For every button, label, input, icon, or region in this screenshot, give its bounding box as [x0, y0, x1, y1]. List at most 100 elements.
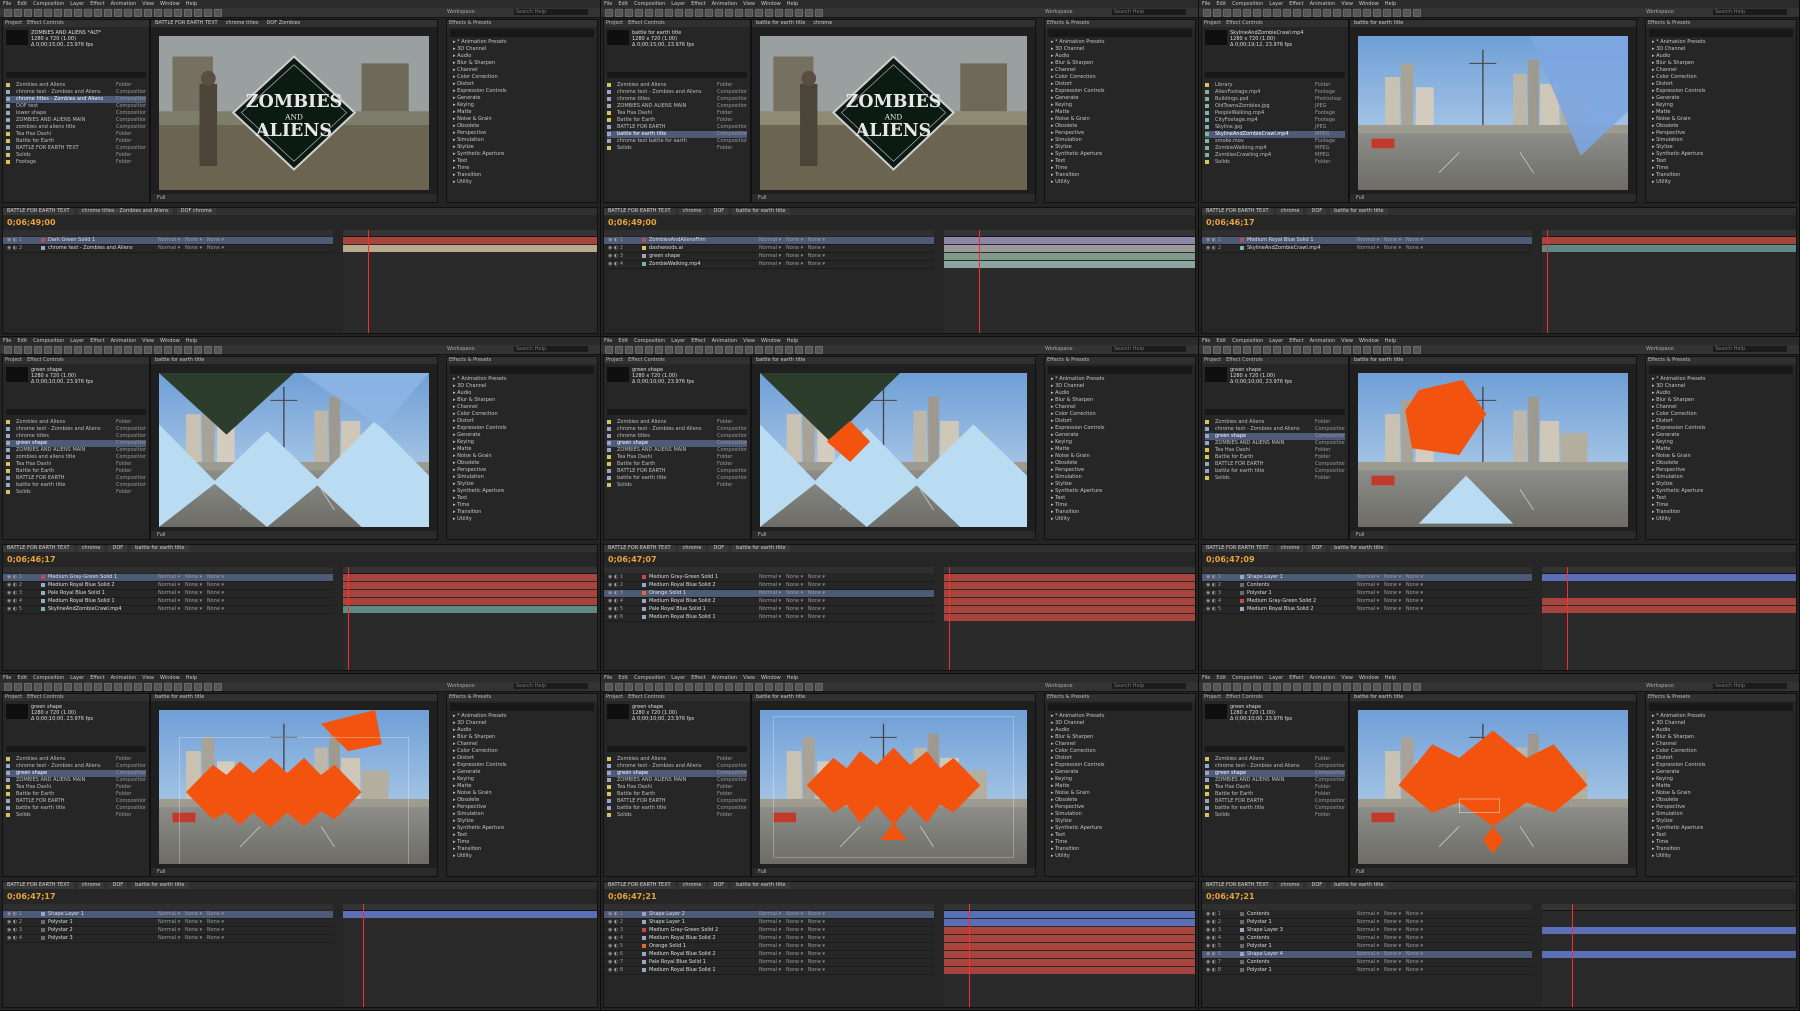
project-item[interactable]: Tea Has Dashi Folder — [6, 131, 146, 138]
tool-icon[interactable] — [134, 683, 142, 691]
layer-modes[interactable]: Normal ▾ None ▾ None ▾ — [759, 919, 934, 926]
effect-category[interactable]: ▸ Distort — [1045, 81, 1195, 88]
project-item[interactable]: DOF text Composition — [6, 103, 146, 110]
layer-switches[interactable]: ◉ ◐ 6 — [604, 951, 642, 958]
project-tab[interactable]: Effect Controls — [1226, 357, 1263, 364]
timeline-layer[interactable]: ◉ ◐ 1 Medium Gray-Green Solid 1 Normal ▾… — [604, 574, 934, 582]
menu-help[interactable]: Help — [787, 337, 798, 345]
layer-modes[interactable]: Normal ▾ None ▾ None ▾ — [759, 574, 934, 581]
project-tab[interactable]: Project — [5, 694, 22, 701]
project-item[interactable]: Skyline.jpg JPEG — [1205, 124, 1345, 131]
tool-icon[interactable] — [104, 346, 112, 354]
workspace-label[interactable]: Workspace: — [1646, 346, 1675, 353]
timeline-layer[interactable]: ◉ ◐ 3 Polystar 2 Normal ▾ None ▾ None ▾ — [3, 927, 333, 935]
layer-switches[interactable]: ◉ ◐ 4 — [1202, 598, 1240, 605]
menu-file[interactable]: File — [1202, 674, 1210, 682]
tool-icon[interactable] — [1373, 346, 1381, 354]
composition-viewer[interactable] — [760, 710, 1027, 864]
effect-category[interactable]: ▸ Stylize — [1646, 818, 1796, 825]
project-item[interactable]: BATTLE FOR EARTH Composition — [607, 468, 747, 475]
menu-effect[interactable]: Effect — [691, 674, 705, 682]
effect-category[interactable]: ▸ Synthetic Aperture — [1045, 488, 1195, 495]
magnification-dropdown[interactable]: Full — [157, 532, 166, 538]
current-timecode[interactable]: 0;06;47;09 — [1206, 555, 1255, 564]
effects-search-input[interactable] — [1649, 703, 1793, 711]
viewer-controls[interactable]: Full — [1350, 531, 1636, 539]
menu-help[interactable]: Help — [787, 0, 798, 8]
effect-category[interactable]: ▸ Matte — [1045, 446, 1195, 453]
project-item[interactable]: Zombies and Aliens Folder — [607, 82, 747, 89]
layer-duration-bar[interactable] — [944, 245, 1195, 252]
effect-category[interactable]: ▸ Matte — [447, 109, 597, 116]
project-item[interactable]: CityFootage.mp4 Footage — [1205, 117, 1345, 124]
search-help-input[interactable]: Search Help — [514, 683, 588, 689]
project-item[interactable]: battle for earth title Composition — [1205, 468, 1345, 475]
layer-modes[interactable]: Normal ▾ None ▾ None ▾ — [759, 245, 934, 252]
tool-icon[interactable] — [1403, 683, 1411, 691]
current-timecode[interactable]: 0;06;49;00 — [608, 218, 657, 227]
layer-modes[interactable]: Normal ▾ None ▾ None ▾ — [759, 959, 934, 966]
menu-help[interactable]: Help — [186, 337, 197, 345]
timeline-layer[interactable]: ◉ ◐ 4 Medium Royal Blue Solid 2 Normal ▾… — [604, 935, 934, 943]
project-item[interactable]: chrome titles Composition — [6, 433, 146, 440]
time-ruler[interactable] — [1542, 230, 1796, 237]
layer-duration-bar[interactable] — [944, 598, 1195, 605]
menu-edit[interactable]: Edit — [17, 0, 27, 8]
tool-icon[interactable] — [54, 683, 62, 691]
tool-icon[interactable] — [64, 9, 72, 17]
tool-icon[interactable] — [655, 683, 663, 691]
effect-category[interactable]: ▸ Text — [1646, 158, 1796, 165]
tool-icon[interactable] — [785, 346, 793, 354]
tool-icon[interactable] — [775, 346, 783, 354]
project-tab[interactable]: Effect Controls — [27, 357, 64, 364]
project-item[interactable]: zombies and aliens title Composition — [6, 124, 146, 131]
tool-icon[interactable] — [204, 9, 212, 17]
effect-category[interactable]: ▸ Utility — [1646, 179, 1796, 186]
project-item[interactable]: chrome text - Zombies and Aliens Composi… — [607, 426, 747, 433]
menu-view[interactable]: View — [1341, 0, 1353, 8]
menu-edit[interactable]: Edit — [1216, 0, 1226, 8]
menu-animation[interactable]: Animation — [1310, 0, 1336, 8]
layer-duration-bar[interactable] — [1542, 911, 1796, 918]
layer-duration-bar[interactable] — [944, 959, 1195, 966]
effect-category[interactable]: ▸ Audio — [1646, 390, 1796, 397]
project-search-input[interactable] — [607, 746, 747, 752]
tool-icon[interactable] — [204, 683, 212, 691]
layer-modes[interactable]: Normal ▾ None ▾ None ▾ — [1357, 582, 1532, 589]
tool-icon[interactable] — [685, 346, 693, 354]
tool-icon[interactable] — [164, 683, 172, 691]
project-item[interactable]: green shape Composition — [1205, 433, 1345, 440]
effect-category[interactable]: ▸ Utility — [1045, 179, 1195, 186]
effect-category[interactable]: ▸ Utility — [447, 853, 597, 860]
timeline-layer[interactable]: ◉ ◐ 7 Pale Royal Blue Solid 1 Normal ▾ N… — [604, 959, 934, 967]
timeline-layer[interactable]: ◉ ◐ 5 Polystar 1 Normal ▾ None ▾ None ▾ — [1202, 943, 1532, 951]
timeline-tab[interactable]: BATTLE FOR EARTH TEXT — [1202, 545, 1273, 552]
layer-switches[interactable]: ◉ ◐ 6 — [1202, 951, 1240, 958]
tool-icon[interactable] — [174, 683, 182, 691]
effect-category[interactable]: ▸ Distort — [1045, 418, 1195, 425]
effect-category[interactable]: ▸ Obsolete — [1045, 123, 1195, 130]
menu-effect[interactable]: Effect — [1289, 674, 1303, 682]
project-item[interactable]: Solids Folder — [6, 152, 146, 159]
workspace-label[interactable]: Workspace: — [447, 683, 476, 690]
menu-layer[interactable]: Layer — [1269, 0, 1283, 8]
menu-help[interactable]: Help — [186, 0, 197, 8]
tool-icon[interactable] — [715, 9, 723, 17]
tool-icon[interactable] — [725, 346, 733, 354]
tool-icon[interactable] — [1223, 346, 1231, 354]
effect-category[interactable]: ▸ Noise & Grain — [447, 453, 597, 460]
effect-category[interactable]: ▸ Perspective — [1045, 467, 1195, 474]
effect-category[interactable]: ▸ Synthetic Aperture — [1045, 151, 1195, 158]
effect-category[interactable]: ▸ Generate — [447, 95, 597, 102]
timeline-layer[interactable]: ◉ ◐ 3 Orange Solid 1 Normal ▾ None ▾ Non… — [604, 590, 934, 598]
project-item[interactable]: green shape Composition — [6, 770, 146, 777]
effect-category[interactable]: ▸ * Animation Presets — [1646, 376, 1796, 383]
timeline-layer[interactable]: ◉ ◐ 4 Medium Gray-Green Solid 2 Normal ▾… — [1202, 598, 1532, 606]
effect-category[interactable]: ▸ Generate — [1045, 769, 1195, 776]
effect-category[interactable]: ▸ Text — [447, 832, 597, 839]
tool-icon[interactable] — [705, 346, 713, 354]
timeline-tab[interactable]: battle for earth title — [732, 545, 790, 552]
effects-search-input[interactable] — [1649, 366, 1793, 374]
project-search-input[interactable] — [607, 72, 747, 78]
tool-icon[interactable] — [695, 683, 703, 691]
